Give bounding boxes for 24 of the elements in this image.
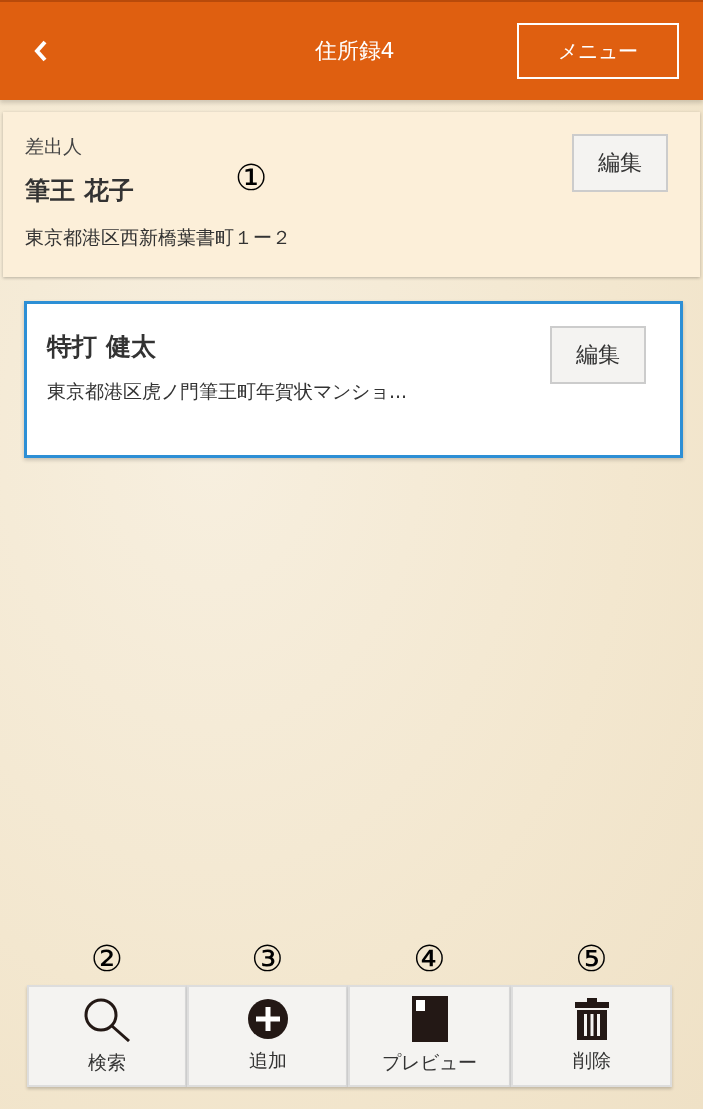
add-button[interactable]: 追加 <box>187 985 348 1087</box>
sender-label: 差出人 <box>25 134 82 159</box>
callout-number: ③ <box>251 941 284 977</box>
callout-number: ① <box>235 160 268 196</box>
plus-circle-icon <box>246 998 289 1040</box>
recipient-card[interactable]: 特打 健太 東京都港区虎ノ門筆王町年賀状マンショ... 編集 <box>24 301 683 458</box>
recipient-address: 東京都港区虎ノ門筆王町年賀状マンショ... <box>47 379 408 404</box>
sender-address: 東京都港区西新橋葉書町１ー２ <box>25 225 291 250</box>
search-icon <box>82 996 132 1042</box>
sender-card[interactable]: 差出人 筆王 花子 東京都港区西新橋葉書町１ー２ ① 編集 <box>3 112 700 277</box>
callout-number: ② <box>90 941 124 977</box>
edit-button[interactable]: 編集 <box>550 326 646 384</box>
delete-button[interactable]: 削除 <box>511 985 672 1087</box>
search-button[interactable]: 検索 <box>27 985 187 1087</box>
menu-button[interactable]: メニュー <box>517 23 679 79</box>
sender-name: 筆王 花子 <box>25 175 134 207</box>
preview-button[interactable]: プレビュー <box>348 985 511 1087</box>
callout-number: ⑤ <box>575 941 608 977</box>
recipient-name: 特打 健太 <box>47 331 156 363</box>
edit-button[interactable]: 編集 <box>572 134 668 192</box>
page-title: 住所録4 <box>314 37 395 65</box>
trash-icon <box>574 998 609 1040</box>
callout-number: ④ <box>413 941 446 977</box>
document-icon <box>411 996 448 1042</box>
